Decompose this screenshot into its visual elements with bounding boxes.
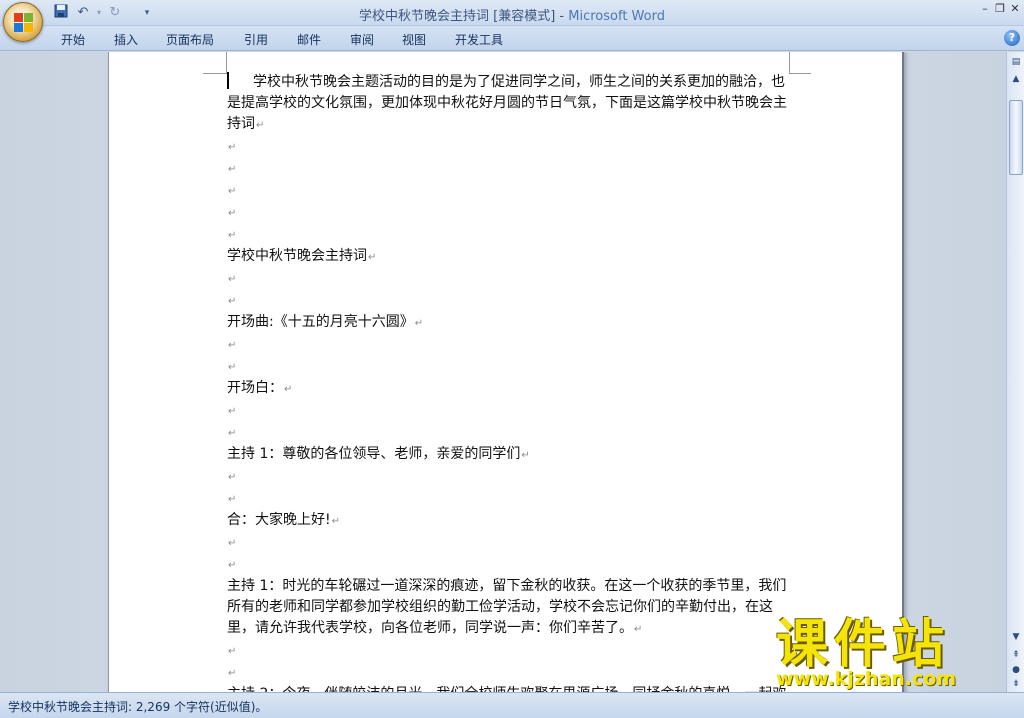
document-paragraph: ↵ (227, 202, 789, 224)
close-icon[interactable]: ✕ (1008, 2, 1022, 16)
document-paragraph: 主持 2：今夜，伴随皎洁的月光，我们全校师生欢聚在思源广场，同抒金秋的喜悦，一起… (227, 684, 789, 692)
scroll-up-icon[interactable]: ▲ (1009, 72, 1023, 86)
document-paragraph: ↵ (227, 290, 789, 312)
document-paragraph: 开场曲:《十五的月亮十六圆》↵ (227, 312, 789, 334)
paragraph-text: 合：大家晚上好! (227, 512, 331, 528)
document-paragraph: ↵ (227, 268, 789, 290)
status-bar: 学校中秋节晚会主持词: 2,269 个字符(近似值)。 (0, 692, 1024, 718)
paragraph-mark-icon: ↵ (256, 120, 265, 131)
document-paragraph: ↵ (227, 180, 789, 202)
office-logo-icon (14, 13, 34, 33)
document-title: 学校中秋节晚会主持词 [兼容模式] - (359, 9, 569, 24)
document-body[interactable]: 学校中秋节晚会主题活动的目的是为了促进同学之间，师生之间的关系更加的融洽，也是提… (227, 72, 789, 692)
margin-corner-left (203, 52, 227, 74)
paragraph-mark-icon: ↵ (228, 668, 237, 679)
tab-references[interactable]: 引用 (244, 31, 268, 48)
document-paragraph: 学校中秋节晚会主题活动的目的是为了促进同学之间，师生之间的关系更加的融洽，也是提… (227, 72, 789, 136)
paragraph-mark-icon: ↵ (228, 646, 237, 657)
document-paragraph: 学校中秋节晚会主持词↵ (227, 246, 789, 268)
paragraph-mark-icon: ↵ (228, 494, 237, 505)
paragraph-mark-icon: ↵ (228, 340, 237, 351)
tab-developer[interactable]: 开发工具 (455, 31, 503, 48)
paragraph-mark-icon: ↵ (228, 186, 237, 197)
paragraph-mark-icon: ↵ (228, 164, 237, 175)
document-paragraph: ↵ (227, 158, 789, 180)
paragraph-mark-icon: ↵ (228, 472, 237, 483)
paragraph-mark-icon: ↵ (521, 450, 530, 461)
paragraph-text: 开场曲:《十五的月亮十六圆》 (227, 314, 414, 330)
ribbon-tab-bar: 开始 插入 页面布局 引用 邮件 审阅 视图 开发工具 ? (0, 26, 1024, 51)
document-paragraph: 主持 1：时光的车轮碾过一道深深的痕迹，留下金秋的收获。在这一个收获的季节里，我… (227, 576, 789, 640)
paragraph-mark-icon: ↵ (284, 384, 293, 395)
restore-icon[interactable]: ❐ (993, 2, 1007, 16)
tab-page-layout[interactable]: 页面布局 (166, 31, 214, 48)
help-icon[interactable]: ? (1004, 30, 1020, 46)
scroll-down-icon[interactable]: ▼ (1009, 630, 1023, 644)
tab-insert[interactable]: 插入 (114, 31, 138, 48)
document-paragraph: ↵ (227, 662, 789, 684)
document-paragraph: ↵ (227, 554, 789, 576)
paragraph-mark-icon: ↵ (368, 252, 377, 263)
vertical-scrollbar[interactable]: ▤ ▲ ▼ ⇞ ● ⇟ (1006, 52, 1024, 692)
document-paragraph: ↵ (227, 466, 789, 488)
paragraph-mark-icon: ↵ (228, 296, 237, 307)
document-paragraph: 合：大家晚上好!↵ (227, 510, 789, 532)
paragraph-mark-icon: ↵ (228, 406, 237, 417)
paragraph-mark-icon: ↵ (228, 362, 237, 373)
paragraph-mark-icon: ↵ (228, 560, 237, 571)
paragraph-mark-icon: ↵ (228, 230, 237, 241)
document-paragraph: ↵ (227, 488, 789, 510)
document-paragraph: ↵ (227, 400, 789, 422)
select-browse-object-icon[interactable]: ● (1009, 663, 1023, 677)
tab-review[interactable]: 审阅 (350, 31, 374, 48)
document-paragraph: ↵ (227, 640, 789, 662)
document-area: 学校中秋节晚会主题活动的目的是为了促进同学之间，师生之间的关系更加的融洽，也是提… (0, 52, 1006, 692)
paragraph-mark-icon: ↵ (228, 142, 237, 153)
paragraph-text: 学校中秋节晚会主题活动的目的是为了促进同学之间，师生之间的关系更加的融洽，也是提… (227, 74, 787, 132)
tab-mailings[interactable]: 邮件 (297, 31, 321, 48)
word-count-status[interactable]: 学校中秋节晚会主持词: 2,269 个字符(近似值)。 (8, 698, 267, 715)
document-paragraph: ↵ (227, 224, 789, 246)
paragraph-text: 主持 1：尊敬的各位领导、老师，亲爱的同学们 (227, 446, 521, 462)
next-page-icon[interactable]: ⇟ (1009, 677, 1023, 691)
office-button[interactable] (3, 2, 43, 42)
previous-page-icon[interactable]: ⇞ (1009, 648, 1023, 662)
document-page[interactable]: 学校中秋节晚会主题活动的目的是为了促进同学之间，师生之间的关系更加的融洽，也是提… (108, 52, 904, 692)
paragraph-mark-icon: ↵ (228, 274, 237, 285)
tab-view[interactable]: 视图 (402, 31, 426, 48)
document-paragraph: ↵ (227, 334, 789, 356)
title-bar: ↶ ▾ ↻ ▾ 学校中秋节晚会主持词 [兼容模式] - Microsoft Wo… (0, 0, 1024, 26)
text-cursor (227, 72, 229, 89)
paragraph-mark-icon: ↵ (228, 538, 237, 549)
paragraph-text: 主持 1：时光的车轮碾过一道深深的痕迹，留下金秋的收获。在这一个收获的季节里，我… (227, 578, 787, 636)
app-name: Microsoft Word (568, 9, 665, 24)
document-paragraph: ↵ (227, 422, 789, 444)
view-ruler-icon[interactable]: ▤ (1009, 55, 1023, 69)
paragraph-mark-icon: ↵ (228, 208, 237, 219)
paragraph-text: 开场白： (227, 380, 283, 396)
tab-home[interactable]: 开始 (61, 31, 85, 48)
watermark-title: 课件站 (776, 615, 951, 675)
document-paragraph: 开场白：↵ (227, 378, 789, 400)
window-title: 学校中秋节晚会主持词 [兼容模式] - Microsoft Word (0, 5, 1024, 24)
document-paragraph: ↵ (227, 532, 789, 554)
margin-corner-right (789, 52, 811, 74)
paragraph-mark-icon: ↵ (228, 428, 237, 439)
paragraph-mark-icon: ↵ (331, 516, 341, 527)
document-paragraph: ↵ (227, 136, 789, 158)
document-paragraph: ↵ (227, 356, 789, 378)
scroll-thumb[interactable] (1009, 100, 1023, 175)
watermark-url: www.kjzhan.com (776, 668, 957, 690)
minimize-icon[interactable]: – (978, 2, 992, 16)
paragraph-text: 学校中秋节晚会主持词 (227, 248, 367, 264)
paragraph-mark-icon: ↵ (634, 624, 643, 635)
document-paragraph: 主持 1：尊敬的各位领导、老师，亲爱的同学们↵ (227, 444, 789, 466)
paragraph-mark-icon: ↵ (414, 318, 424, 329)
